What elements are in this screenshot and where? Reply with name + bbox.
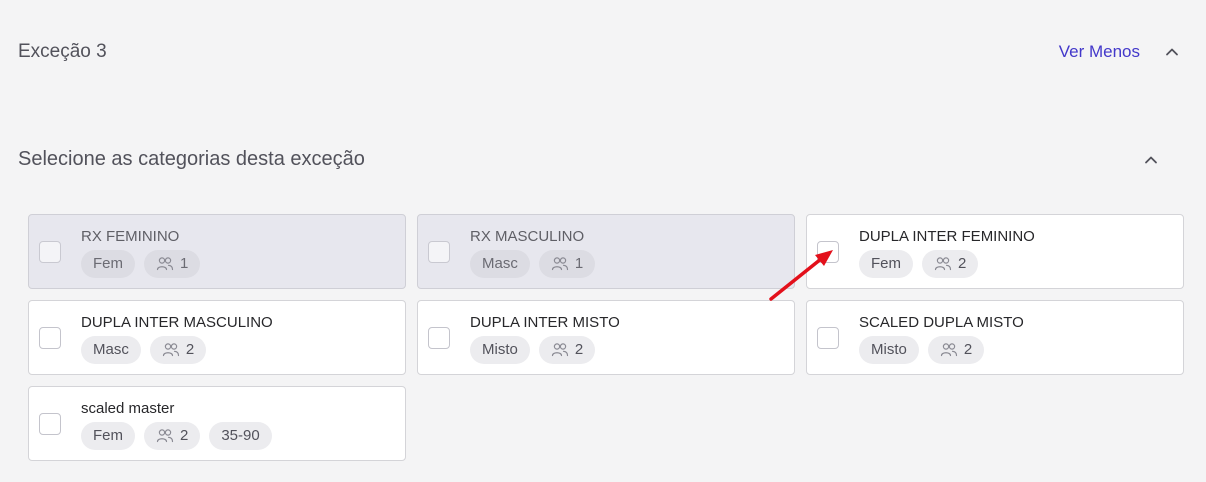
gender-label: Fem: [93, 255, 123, 272]
gender-label: Misto: [482, 341, 518, 358]
gender-badge: Misto: [470, 336, 530, 364]
people-icon: [934, 256, 952, 272]
category-tags: Misto 2: [470, 336, 596, 364]
chevron-up-icon[interactable]: [1163, 43, 1181, 61]
section-title: Selecione as categorias desta exceção: [18, 148, 365, 170]
team-size-label: 2: [185, 341, 195, 358]
category-grid: RX FEMININO Fem 1 RX MASCULINO Masc 1 DU…: [28, 214, 1184, 461]
team-size-label: 2: [958, 255, 967, 272]
team-size-label: 2: [180, 427, 189, 444]
gender-badge: Fem: [81, 422, 135, 450]
chevron-up-icon[interactable]: [1142, 151, 1160, 169]
people-icon: [156, 428, 174, 444]
category-checkbox[interactable]: [428, 241, 450, 263]
team-size-badge: 2: [538, 336, 596, 364]
gender-label: Masc: [93, 341, 129, 358]
team-size-label: 2: [963, 341, 973, 358]
gender-label: Masc: [482, 255, 518, 272]
gender-badge: Fem: [81, 250, 135, 278]
team-size-badge: 1: [538, 250, 596, 278]
category-tags: Misto 2: [859, 336, 985, 364]
team-size-label: 1: [574, 255, 584, 272]
category-tags: Masc 1: [470, 250, 596, 278]
team-size-badge: 1: [144, 250, 201, 278]
people-icon: [162, 342, 180, 358]
team-size-badge: 2: [927, 336, 985, 364]
category-name: DUPLA INTER MASCULINO: [81, 314, 273, 331]
ver-menos-link[interactable]: Ver Menos: [1059, 42, 1140, 62]
category-tags: Fem 1: [81, 250, 201, 278]
annotation-arrow-icon: [769, 250, 833, 301]
category-name: scaled master: [81, 400, 175, 417]
people-icon: [156, 256, 174, 272]
people-icon: [940, 342, 958, 358]
gender-badge: Masc: [470, 250, 530, 278]
gender-label: Fem: [93, 427, 123, 444]
category-card[interactable]: scaled master Fem 2 35-90: [28, 386, 406, 461]
category-card[interactable]: DUPLA INTER MASCULINO Masc 2: [28, 300, 406, 375]
category-name: DUPLA INTER MISTO: [470, 314, 620, 331]
category-card[interactable]: RX FEMININO Fem 1: [28, 214, 406, 289]
category-card[interactable]: DUPLA INTER MISTO Misto 2: [417, 300, 795, 375]
people-icon: [551, 342, 569, 358]
category-tags: Fem 2: [859, 250, 979, 278]
category-checkbox[interactable]: [39, 413, 61, 435]
gender-badge: Masc: [81, 336, 141, 364]
category-checkbox[interactable]: [39, 327, 61, 349]
gender-badge: Fem: [859, 250, 913, 278]
age-range-badge: 35-90: [209, 422, 272, 450]
exception-header: Exceção 3 Ver Menos: [0, 0, 1206, 104]
people-icon: [551, 256, 569, 272]
category-tags: Fem 2 35-90: [81, 422, 272, 450]
category-name: DUPLA INTER FEMININO: [859, 228, 1035, 245]
gender-label: Misto: [871, 341, 907, 358]
category-card[interactable]: DUPLA INTER FEMININO Fem 2: [806, 214, 1184, 289]
age-range-label: 35-90: [221, 427, 260, 444]
team-size-label: 1: [180, 255, 189, 272]
category-checkbox[interactable]: [428, 327, 450, 349]
team-size-label: 2: [574, 341, 584, 358]
category-card[interactable]: SCALED DUPLA MISTO Misto 2: [806, 300, 1184, 375]
category-checkbox[interactable]: [817, 327, 839, 349]
category-name: RX FEMININO: [81, 228, 180, 245]
category-name: SCALED DUPLA MISTO: [859, 314, 1024, 331]
gender-label: Fem: [871, 255, 901, 272]
category-card[interactable]: RX MASCULINO Masc 1: [417, 214, 795, 289]
category-checkbox[interactable]: [39, 241, 61, 263]
category-tags: Masc 2: [81, 336, 207, 364]
team-size-badge: 2: [144, 422, 201, 450]
category-name: RX MASCULINO: [470, 228, 585, 245]
team-size-badge: 2: [149, 336, 207, 364]
exception-title: Exceção 3: [18, 41, 107, 62]
team-size-badge: 2: [922, 250, 979, 278]
gender-badge: Misto: [859, 336, 919, 364]
